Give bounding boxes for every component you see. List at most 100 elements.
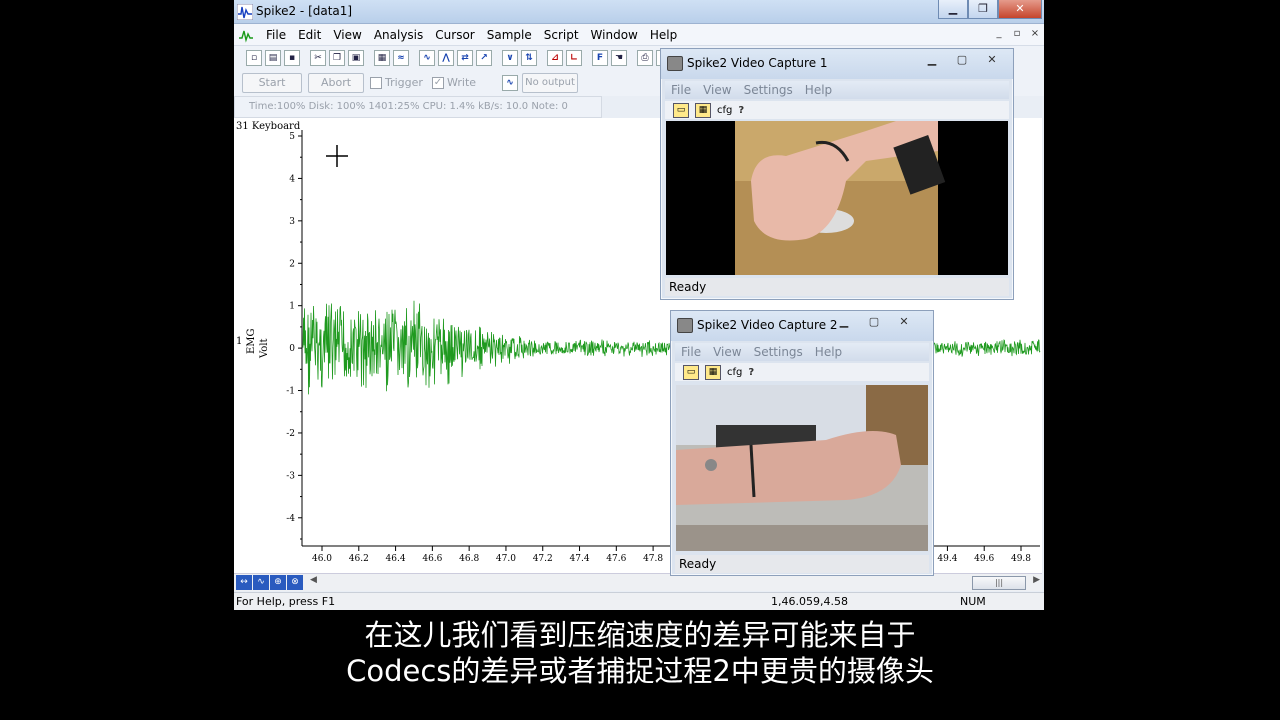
- video1-menu-help[interactable]: Help: [805, 81, 832, 99]
- menu-sample[interactable]: Sample: [481, 27, 538, 43]
- subtitle-line-2: Codecs的差异或者捕捉过程2中更贵的摄像头: [346, 654, 934, 688]
- video1-minimize-button[interactable]: ▁: [919, 52, 945, 70]
- output-sequence-icon[interactable]: ∿: [502, 75, 518, 91]
- start-button[interactable]: Start: [242, 73, 302, 93]
- x-tick-label: 46.4: [386, 554, 406, 564]
- help-hint: For Help, press F1: [236, 595, 336, 608]
- y-axis-unit: Volt: [259, 338, 270, 359]
- waveform-icon[interactable]: ⋀: [438, 50, 454, 66]
- output-dropdown[interactable]: No output: [522, 73, 578, 93]
- cursor-display-icon[interactable]: ∿: [419, 50, 435, 66]
- video2-menu-file[interactable]: File: [681, 343, 701, 361]
- mdi-restore-button[interactable]: ▫: [1010, 28, 1024, 39]
- hand-icon[interactable]: ☚: [611, 50, 627, 66]
- help-question-icon[interactable]: ?: [748, 367, 754, 378]
- video-capture-window-2[interactable]: Spike2 Video Capture 2 ▁ ▢ ✕ File View S…: [670, 310, 934, 576]
- video1-menu-settings[interactable]: Settings: [744, 81, 793, 99]
- video1-maximize-button[interactable]: ▢: [949, 52, 975, 70]
- numlock-indicator: NUM: [960, 595, 986, 608]
- font-icon[interactable]: F: [592, 50, 608, 66]
- trend-icon[interactable]: ↗: [476, 50, 492, 66]
- video1-menu-view[interactable]: View: [703, 81, 731, 99]
- xy-plot-icon[interactable]: ⊿: [547, 50, 563, 66]
- cursor-coordinates: 1,46.059,4.58: [771, 595, 848, 608]
- save-icon[interactable]: ▪: [284, 50, 300, 66]
- print-icon[interactable]: ⎙: [637, 50, 653, 66]
- video1-toolbar: ▭ ▦ cfg ?: [665, 101, 1009, 119]
- video2-menu-help[interactable]: Help: [815, 343, 842, 361]
- sampling-config-icon[interactable]: ▦: [374, 50, 390, 66]
- document-icon[interactable]: [238, 27, 254, 43]
- video2-status: Ready: [675, 555, 929, 573]
- paste-icon[interactable]: ▣: [348, 50, 364, 66]
- video1-frame: [666, 121, 1008, 275]
- video2-toolbar: ▭ ▦ cfg ?: [675, 363, 929, 381]
- event-icon[interactable]: ⇄: [457, 50, 473, 66]
- scroll-left-arrow-icon[interactable]: ◀: [310, 575, 317, 585]
- y-tick-label: 3: [289, 217, 295, 227]
- minimize-button[interactable]: ▁: [938, 0, 968, 19]
- scroll-right-arrow-icon[interactable]: ▶: [1033, 575, 1040, 585]
- video2-maximize-button[interactable]: ▢: [861, 314, 887, 332]
- video2-title: Spike2 Video Capture 2: [697, 318, 838, 332]
- scroll-thumb[interactable]: |||: [972, 576, 1026, 590]
- zoom-in-icon[interactable]: ⊕: [270, 575, 286, 590]
- write-checkbox[interactable]: ✓ Write: [432, 76, 476, 89]
- mdi-minimize-button[interactable]: _: [992, 28, 1006, 39]
- monitor-icon[interactable]: ▭: [683, 364, 699, 380]
- x-tick-label: 47.2: [533, 554, 553, 564]
- menu-script[interactable]: Script: [538, 27, 585, 43]
- film-icon[interactable]: ▦: [705, 364, 721, 380]
- video1-close-button[interactable]: ✕: [979, 52, 1005, 70]
- video1-menu-file[interactable]: File: [671, 81, 691, 99]
- mdi-close-button[interactable]: ×: [1028, 28, 1042, 39]
- video1-status: Ready: [665, 278, 1009, 296]
- copy-icon[interactable]: ❐: [329, 50, 345, 66]
- camera-icon: [667, 56, 683, 71]
- help-question-icon[interactable]: ?: [738, 105, 744, 116]
- menu-edit[interactable]: Edit: [292, 27, 327, 43]
- y-tick-label: 5: [289, 132, 295, 142]
- film-icon[interactable]: ▦: [695, 102, 711, 118]
- x-tick-label: 49.6: [974, 554, 994, 564]
- close-button[interactable]: ✕: [998, 0, 1042, 19]
- waveform-view-icon[interactable]: ∿: [253, 575, 269, 590]
- maximize-button[interactable]: ❐: [968, 0, 998, 19]
- cut-icon[interactable]: ✂: [310, 50, 326, 66]
- video1-image: [735, 121, 946, 275]
- cursor-pair-icon[interactable]: ⇅: [521, 50, 537, 66]
- y-tick-label: -1: [286, 387, 295, 397]
- menu-cursor[interactable]: Cursor: [429, 27, 480, 43]
- video-capture-window-1[interactable]: Spike2 Video Capture 1 ▁ ▢ ✕ File View S…: [660, 48, 1014, 300]
- y-tick-label: -3: [286, 471, 295, 481]
- spike2-window: Spike2 - [data1] ▁ ❐ ✕ File Edit View An…: [234, 0, 1044, 610]
- menu-file[interactable]: File: [260, 27, 292, 43]
- menu-window[interactable]: Window: [585, 27, 644, 43]
- video2-minimize-button[interactable]: ▁: [831, 314, 857, 332]
- menu-view[interactable]: View: [327, 27, 367, 43]
- video1-cfg-button[interactable]: cfg: [717, 105, 732, 116]
- y-tick-label: 2: [289, 259, 295, 269]
- monitor-icon[interactable]: ▭: [673, 102, 689, 118]
- sampling-status-info: Time:100% Disk: 100% 1401:25% CPU: 1.4% …: [234, 96, 602, 118]
- open-folder-icon[interactable]: ▤: [265, 50, 281, 66]
- new-file-icon[interactable]: ▫: [246, 50, 262, 66]
- show-all-icon[interactable]: ↔: [236, 575, 252, 590]
- cursor-new-icon[interactable]: ∨: [502, 50, 518, 66]
- zoom-out-icon[interactable]: ⊗: [287, 575, 303, 590]
- menu-help[interactable]: Help: [644, 27, 683, 43]
- video2-menu-settings[interactable]: Settings: [754, 343, 803, 361]
- video2-menu-view[interactable]: View: [713, 343, 741, 361]
- menu-analysis[interactable]: Analysis: [368, 27, 429, 43]
- x-tick-label: 46.6: [422, 554, 442, 564]
- axis-icon[interactable]: ∟: [566, 50, 582, 66]
- sampling-channels-icon[interactable]: ≈: [393, 50, 409, 66]
- video2-close-button[interactable]: ✕: [891, 314, 917, 332]
- video2-cfg-button[interactable]: cfg: [727, 367, 742, 378]
- video2-frame: [676, 385, 928, 551]
- x-tick-label: 47.6: [606, 554, 626, 564]
- x-tick-label: 46.0: [312, 554, 332, 564]
- abort-button[interactable]: Abort: [308, 73, 364, 93]
- trigger-checkbox[interactable]: Trigger: [370, 76, 423, 89]
- x-tick-label: 47.8: [643, 554, 663, 564]
